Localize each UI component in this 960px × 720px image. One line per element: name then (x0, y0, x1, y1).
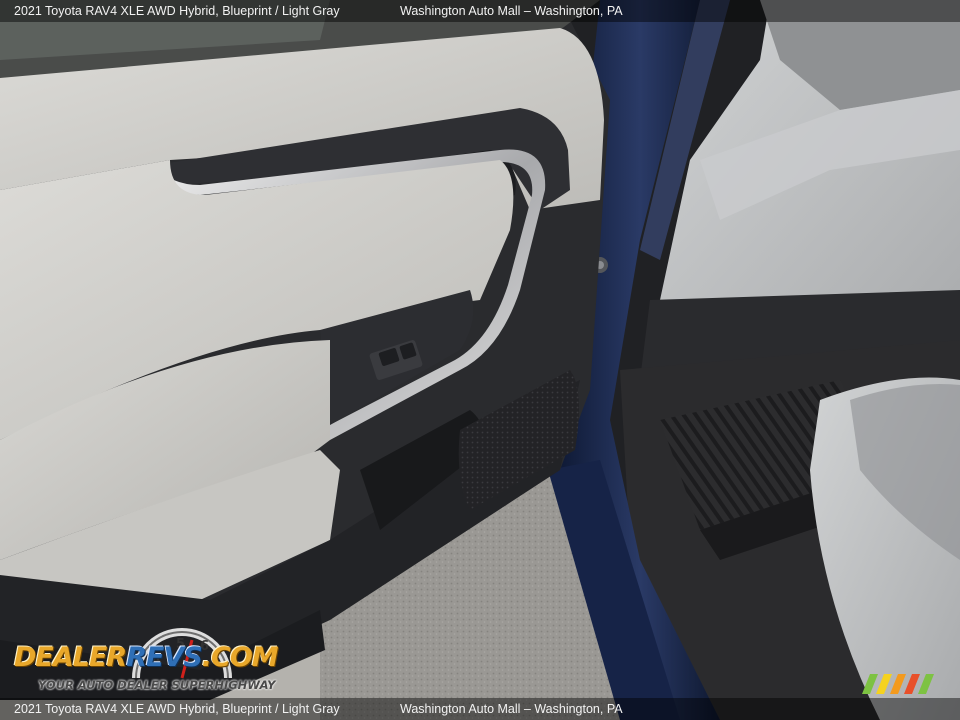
logo-word-dealer: DEALER (14, 642, 127, 673)
dealer-caption: Washington Auto Mall – Washington, PA (400, 4, 623, 18)
caption-bar-top: 2021 Toyota RAV4 XLE AWD Hybrid, Bluepri… (0, 0, 960, 22)
caption-bar-bottom: 2021 Toyota RAV4 XLE AWD Hybrid, Bluepri… (0, 698, 960, 720)
vehicle-caption: 2021 Toyota RAV4 XLE AWD Hybrid, Bluepri… (14, 4, 340, 18)
logo-tagline: YOUR AUTO DEALER SUPERHIGHWAY (38, 678, 276, 692)
logo-word-com: .COM (201, 642, 279, 673)
dealerrevs-logo: 4 5 6 DEALERREVS.COM YOUR AUTO DEALER SU… (10, 622, 279, 694)
car-door-interior-photo (0, 0, 960, 720)
vehicle-caption-bottom: 2021 Toyota RAV4 XLE AWD Hybrid, Bluepri… (14, 702, 340, 716)
stripe-logo-icon (862, 674, 934, 694)
photo-frame: 2021 Toyota RAV4 XLE AWD Hybrid, Bluepri… (0, 0, 960, 720)
logo-wordmark: DEALERREVS.COM (14, 642, 279, 673)
logo-word-revs: REVS (126, 642, 203, 673)
dealer-caption-bottom: Washington Auto Mall – Washington, PA (400, 702, 623, 716)
